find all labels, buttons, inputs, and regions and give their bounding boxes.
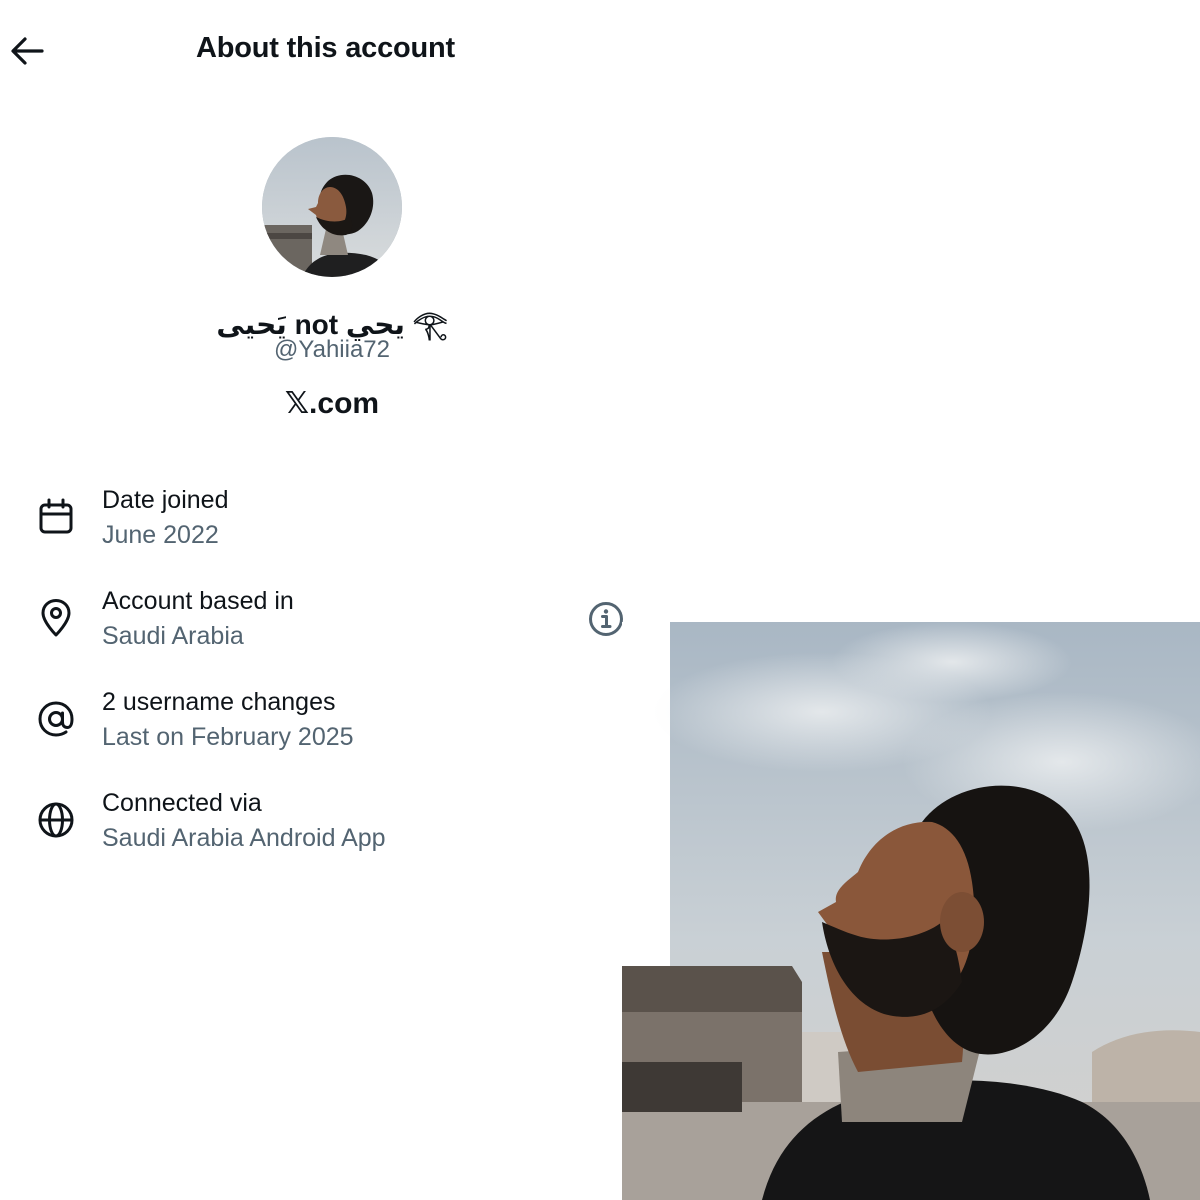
profile-photo-overlay [622, 622, 1200, 1200]
at-sign-icon [38, 701, 74, 737]
username-handle[interactable]: @Yahiia72 [200, 336, 464, 364]
location-pin-icon [41, 599, 71, 637]
detail-value: Saudi Arabia Android App [102, 824, 386, 852]
globe-icon [38, 802, 74, 838]
info-icon [589, 602, 623, 636]
detail-value: Last on February 2025 [102, 723, 354, 751]
detail-value: Saudi Arabia [102, 622, 244, 650]
avatar[interactable] [262, 137, 402, 277]
detail-row-date-joined: Date joined June 2022 [0, 480, 620, 560]
avatar-photo [262, 137, 402, 277]
back-button[interactable] [4, 28, 50, 74]
page-title: About this account [196, 32, 456, 64]
calendar-icon [39, 498, 73, 534]
detail-value: June 2022 [102, 521, 219, 549]
detail-label: Date joined [102, 486, 229, 514]
detail-label: Account based in [102, 587, 294, 615]
detail-row-username-changes: 2 username changes Last on February 2025 [0, 682, 620, 762]
detail-row-account-based-in: Account based in Saudi Arabia [0, 581, 640, 661]
info-button[interactable] [587, 600, 625, 638]
detail-row-connected-via: Connected via Saudi Arabia Android App [0, 783, 620, 863]
source-label: 𝕏.com [284, 387, 380, 420]
arrow-left-icon [11, 37, 44, 65]
detail-label: Connected via [102, 789, 262, 817]
detail-label: 2 username changes [102, 688, 336, 716]
